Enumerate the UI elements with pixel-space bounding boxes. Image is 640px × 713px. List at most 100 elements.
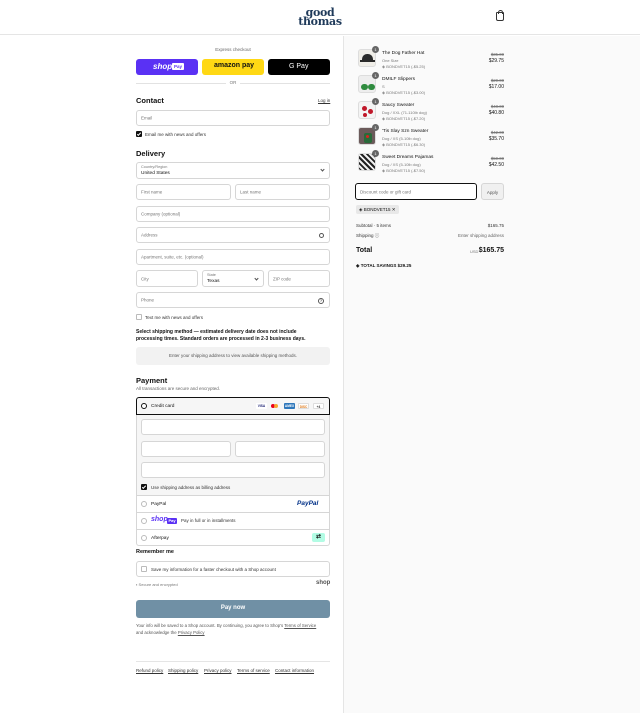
card-name-field[interactable] [141, 462, 325, 478]
shipping-notice-line-1: Select shipping method — estimated deliv… [136, 329, 297, 335]
apartment-placeholder: Apartment, suite, etc. (optional) [141, 254, 204, 260]
phone-placeholder: Phone [141, 297, 155, 303]
legal-line-1: Your info will be saved to a Shop accoun… [136, 623, 284, 628]
shopping-bag-icon[interactable] [496, 10, 504, 21]
card-expiry-field[interactable] [141, 441, 231, 457]
phone-field[interactable]: Phone ? [136, 292, 330, 308]
save-info-checkbox[interactable] [141, 566, 147, 572]
shoppay-radio[interactable] [141, 518, 147, 524]
item-discount-code: ◈ BONDVET15 (-$5.25) [382, 64, 426, 69]
billing-same-checkbox[interactable] [141, 484, 147, 490]
lock-icon: ▪ [136, 582, 138, 587]
city-field[interactable]: City [136, 270, 198, 287]
express-checkout-title: Express checkout [215, 47, 251, 52]
item-original-price: $35.00 [490, 52, 504, 57]
state-label: State [207, 273, 216, 277]
paypal-logo: PayPal [297, 500, 319, 507]
company-placeholder: Company (optional) [141, 211, 181, 217]
discover-icon: DISC [298, 403, 309, 409]
country-label: Country/Region [141, 165, 168, 169]
pay-now-button[interactable]: Pay now [136, 600, 330, 618]
payment-subtitle: All transactions are secure and encrypte… [136, 386, 221, 391]
pay-now-label: Pay now [220, 605, 246, 611]
afterpay-radio[interactable] [141, 535, 147, 541]
footer-divider [136, 661, 330, 662]
shop-logo: shop [316, 580, 331, 586]
credit-card-radio[interactable] [141, 403, 147, 409]
company-field[interactable]: Company (optional) [136, 206, 330, 222]
credit-card-label: Credit card [151, 403, 175, 409]
secure-note: ▪ Secure and encrypted [136, 582, 178, 587]
footer-privacy-policy[interactable]: Privacy policy [204, 668, 232, 673]
item-variant: Dog / XXL (71-110lb dog) [382, 110, 427, 115]
shipping-placeholder-text: Enter your shipping address to view avai… [168, 353, 298, 358]
login-link[interactable]: Log in [318, 98, 330, 103]
shipping-label: Shipping ⓘ [356, 233, 380, 238]
item-price: $40.80 [488, 110, 504, 116]
item-discount-code: ◈ BONDVET15 (-$7.50) [382, 168, 426, 173]
total-savings: ◈ TOTAL SAVINGS $29.25 [356, 263, 411, 269]
item-variant: S [382, 84, 385, 89]
shoppay-logo: shop [151, 516, 168, 523]
item-name: Saucy Sweater [382, 103, 415, 108]
amex-icon: AMEX [284, 403, 295, 409]
text-offers-checkbox[interactable] [136, 314, 142, 320]
payment-heading: Payment [136, 376, 168, 385]
mastercard-icon [270, 403, 281, 409]
chevron-down-icon [320, 167, 325, 172]
legal-text: Your info will be saved to a Shop accoun… [136, 622, 336, 636]
zip-placeholder: ZIP code [273, 276, 291, 281]
help-icon[interactable]: ? [318, 297, 324, 304]
country-select[interactable]: Country/Region United States [136, 162, 330, 179]
applied-code-label: BONDVET15 [363, 207, 391, 212]
address-field[interactable]: Address [136, 227, 330, 243]
privacy-link[interactable]: Privacy Policy [178, 630, 205, 635]
state-value: Texas [207, 279, 220, 284]
item-name: 'Tis Slay Szn Sweater [382, 129, 429, 134]
legal-line-2: and acknowledge the [136, 630, 177, 635]
quantity-badge: 1 [372, 72, 379, 79]
store-logo[interactable]: good thomas [290, 7, 350, 27]
help-icon[interactable]: ⓘ [375, 233, 380, 238]
shop-pay-logo: shop [153, 62, 173, 71]
discount-code-field[interactable]: Discount code or gift card [355, 183, 477, 200]
item-price: $17.00 [488, 84, 504, 90]
zip-field[interactable]: ZIP code [268, 270, 330, 287]
footer-terms-of-service[interactable]: Terms of service [237, 668, 270, 673]
paypal-radio[interactable] [141, 501, 147, 507]
paypal-label: PayPal [151, 501, 167, 507]
quantity-badge: 1 [372, 46, 379, 53]
chevron-down-icon [254, 276, 259, 281]
state-select[interactable]: State Texas [202, 270, 264, 287]
quantity-badge: 1 [372, 150, 379, 157]
card-number-field[interactable] [141, 419, 325, 435]
newsletter-checkbox[interactable] [136, 131, 142, 137]
google-pay-logo: G Pay [289, 62, 309, 70]
footer-shipping-policy[interactable]: Shipping policy [168, 668, 198, 673]
address-placeholder: Address [141, 232, 158, 238]
city-placeholder: City [141, 276, 149, 281]
google-pay-button[interactable]: G Pay [268, 59, 330, 75]
site-header: good thomas [0, 0, 640, 35]
card-cvc-field[interactable] [235, 441, 325, 457]
footer-refund-policy[interactable]: Refund policy [136, 668, 163, 673]
close-icon[interactable]: ✕ [392, 207, 396, 212]
item-name: The Dog Father Hat [382, 51, 425, 56]
shop-pay-button[interactable]: shop Pay [136, 59, 198, 75]
email-placeholder: Email [141, 115, 153, 121]
item-discount-code: ◈ BONDVET15 (-$6.30) [382, 142, 426, 147]
apartment-field[interactable]: Apartment, suite, etc. (optional) [136, 249, 330, 265]
shipping-methods-placeholder: Enter your shipping address to view avai… [136, 347, 330, 365]
applied-discount-tag: ◈ BONDVET15 ✕ [356, 205, 399, 214]
email-field[interactable]: Email [136, 110, 330, 126]
savings-label: TOTAL SAVINGS [360, 263, 397, 268]
subtotal-label: Subtotal · 5 items [356, 223, 392, 228]
last-name-placeholder: Last name [240, 189, 262, 195]
footer-contact-information[interactable]: Contact information [275, 668, 314, 673]
item-variant: Dog / XS (5-10lb dog) [382, 162, 421, 167]
terms-link[interactable]: Terms of Service [284, 623, 316, 628]
last-name-field[interactable]: Last name [235, 184, 330, 200]
apply-button[interactable]: Apply [481, 183, 504, 200]
amazon-pay-button[interactable]: amazon pay [202, 59, 264, 75]
first-name-field[interactable]: First name [136, 184, 231, 200]
